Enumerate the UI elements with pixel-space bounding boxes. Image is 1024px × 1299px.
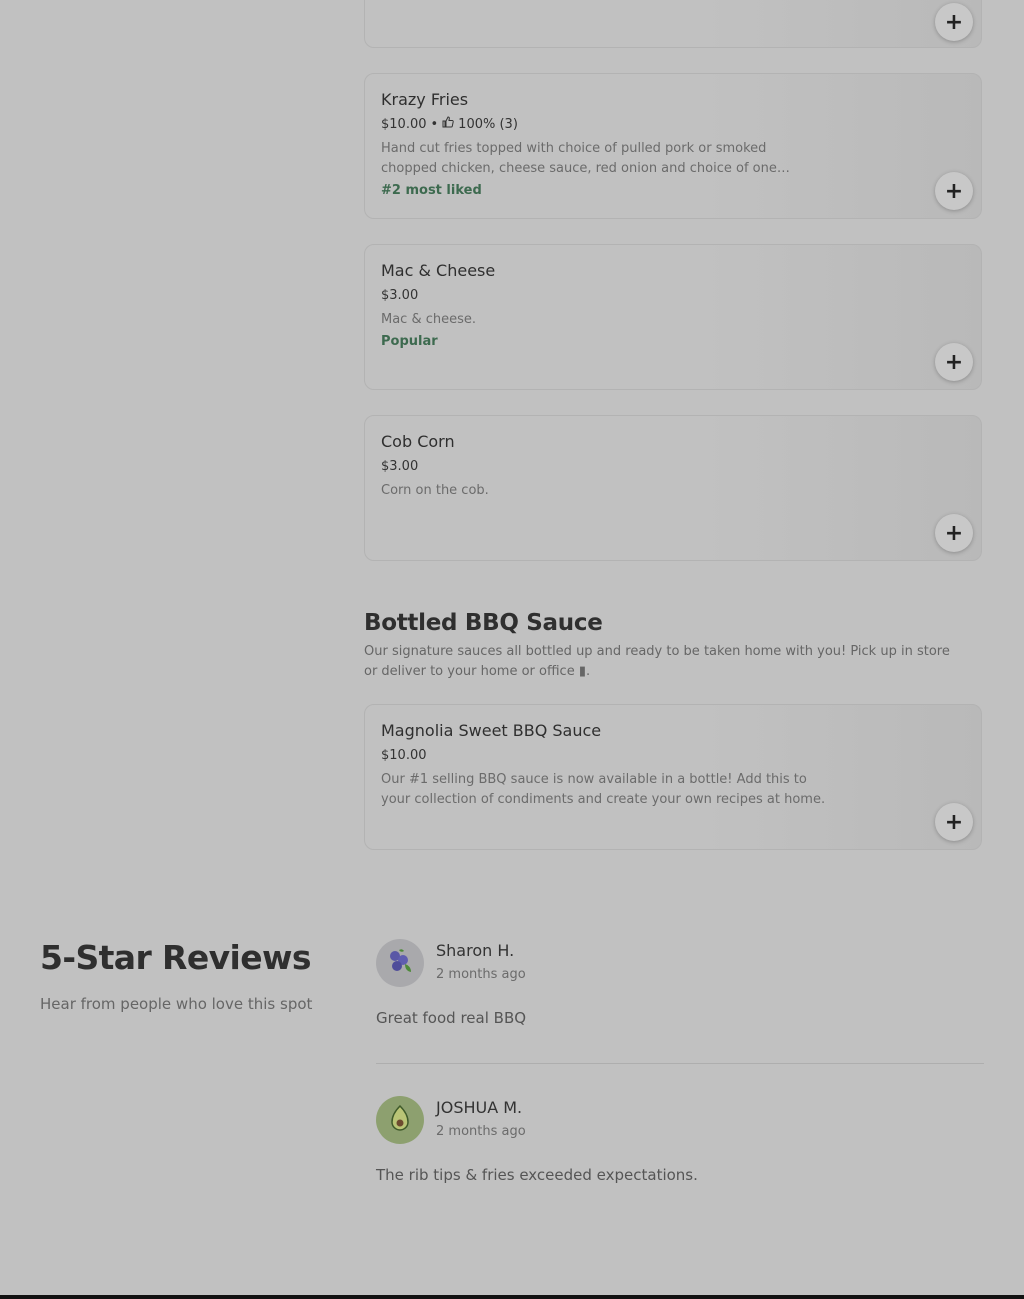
menu-item-name: Mac & Cheese [381,261,496,280]
review-text: The rib tips & fries exceeded expectatio… [376,1166,698,1184]
review-time: 2 months ago [436,1124,526,1139]
section-title: Bottled BBQ Sauce [364,610,603,636]
review-item: Sharon H. 2 months ago Great food real B… [376,939,984,1039]
plus-icon: + [944,349,964,375]
review-time: 2 months ago [436,967,526,982]
menu-item-tag: #2 most liked [381,183,482,198]
menu-item-name: Krazy Fries [381,90,469,109]
menu-item-rating: 100% (3) [458,117,518,132]
menu-item-price: $3.00 [381,459,419,474]
footer-border [0,1295,1024,1299]
menu-item-info: Magnolia Sweet BBQ Sauce $10.00 Our #1 s… [381,721,831,810]
menu-item-meta: $10.00 [381,747,831,765]
plus-icon: + [944,178,964,204]
plus-icon: + [944,809,964,835]
menu-item-price: $10.00 [381,748,427,763]
blueberry-icon [385,946,415,980]
avatar [376,1096,424,1144]
add-to-cart-button[interactable]: + [935,803,973,841]
reviews-title: 5-Star Reviews [40,938,312,977]
menu-item-card[interactable]: Cob Corn $3.00 Corn on the cob. + [364,415,982,561]
avocado-icon [385,1103,415,1137]
review-text: Great food real BBQ [376,1009,527,1027]
menu-item-description: Hand cut fries topped with choice of pul… [381,141,777,176]
menu-item-name: Cob Corn [381,432,455,451]
plus-icon: + [944,520,964,546]
section-description: Our signature sauces all bottled up and … [364,644,950,679]
menu-item-tag: Popular [381,334,438,349]
thumbs-up-icon [442,116,454,134]
menu-item-info: Krazy Fries $10.00 • 100% (3) Hand cut f… [381,90,831,201]
avatar [376,939,424,987]
add-to-cart-button[interactable]: + [935,343,973,381]
menu-item-price: $3.00 [381,288,419,303]
divider [376,1063,984,1064]
reviewer-name: Sharon H. [436,941,515,960]
menu-item-card[interactable]: Krazy Fries $10.00 • 100% (3) Hand cut f… [364,73,982,219]
add-to-cart-button[interactable]: + [935,3,973,41]
menu-item-card[interactable]: Magnolia Sweet BBQ Sauce $10.00 Our #1 s… [364,704,982,850]
menu-item-card[interactable]: + [364,0,982,48]
menu-item-info: Mac & Cheese $3.00 Mac & cheese. Popular [381,261,831,352]
menu-item-meta: $10.00 • 100% (3) [381,116,831,134]
menu-item-meta: $3.00 [381,458,831,476]
menu-item-card[interactable]: Mac & Cheese $3.00 Mac & cheese. Popular… [364,244,982,390]
menu-item-price: $10.00 [381,117,427,132]
plus-icon: + [944,9,964,35]
reviews-subtitle: Hear from people who love this spot [40,995,313,1013]
meta-separator: • [430,117,439,132]
review-item: JOSHUA M. 2 months ago The rib tips & fr… [376,1096,984,1196]
menu-item-name: Magnolia Sweet BBQ Sauce [381,721,602,740]
menu-item-description: Corn on the cob. [381,483,489,498]
menu-item-description: Our #1 selling BBQ sauce is now availabl… [381,772,826,807]
menu-item-meta: $3.00 [381,287,831,305]
add-to-cart-button[interactable]: + [935,514,973,552]
menu-item-info: Cob Corn $3.00 Corn on the cob. [381,432,831,501]
add-to-cart-button[interactable]: + [935,172,973,210]
reviewer-name: JOSHUA M. [436,1098,523,1117]
menu-item-description: Mac & cheese. [381,312,477,327]
